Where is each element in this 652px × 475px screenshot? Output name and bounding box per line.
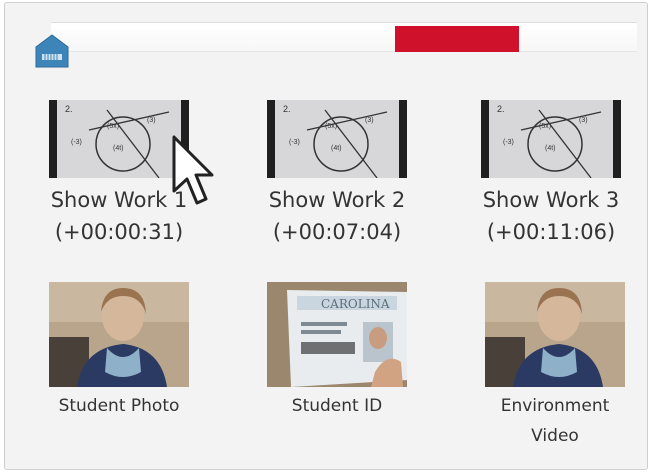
svg-text:(-3): (-3) [503,139,514,146]
svg-text:(-3): (-3) [289,139,300,146]
mouse-pointer-icon [172,135,214,205]
svg-text:(5x): (5x) [539,123,551,130]
show-work-2-label: Show Work 2 [268,188,406,212]
student-photo-thumbnail[interactable] [49,282,189,387]
show-work-2-thumbnail[interactable]: 2. (-3) (5x) (4t) (3) [267,100,407,178]
environment-video-label: Environment [500,396,610,416]
show-work-3-thumbnail[interactable]: 2. (-3) (5x) (4t) (3) [481,100,621,178]
svg-text:(4t): (4t) [113,145,124,152]
show-work-1-thumbnail[interactable]: 2. (-3) (5x) (4t) (3) [49,100,189,178]
svg-text:(3): (3) [579,117,588,124]
student-id-thumbnail[interactable]: CAROLINA [267,282,407,387]
show-work-2-timestamp: (+00:07:04) [272,220,402,244]
student-id-item[interactable]: CAROLINA Student ID [252,282,422,421]
id-card-text: CAROLINA [321,297,390,311]
environment-video-label-line2: Video [531,426,579,446]
show-work-1-timestamp: (+00:00:31) [54,220,184,244]
svg-text:(5x): (5x) [107,123,119,130]
svg-text:(3): (3) [147,117,156,124]
student-id-label: Student ID [291,396,383,416]
svg-text:2.: 2. [497,104,505,114]
svg-text:(4t): (4t) [545,145,556,152]
show-work-2-item[interactable]: 2. (-3) (5x) (4t) (3) Show Work 2 (+00:0… [252,100,422,248]
show-work-3-label: Show Work 3 [482,188,620,212]
environment-video-item[interactable]: Environment Video [470,282,640,451]
show-work-3-timestamp: (+00:11:06) [486,220,616,244]
home-marker-icon[interactable] [33,33,71,71]
svg-text:2.: 2. [65,104,73,114]
svg-text:(3): (3) [365,117,374,124]
show-work-3-item[interactable]: 2. (-3) (5x) (4t) (3) Show Work 3 (+00:1… [466,100,636,248]
svg-text:(-3): (-3) [71,139,82,146]
student-photo-item[interactable]: Student Photo [34,282,204,421]
timeline-highlight-segment[interactable] [395,26,519,52]
student-photo-label: Student Photo [58,396,180,416]
svg-text:(5x): (5x) [325,123,337,130]
recording-timeline[interactable] [51,22,637,52]
environment-video-thumbnail[interactable] [485,282,625,387]
svg-text:2.: 2. [283,104,291,114]
svg-text:(4t): (4t) [331,145,342,152]
